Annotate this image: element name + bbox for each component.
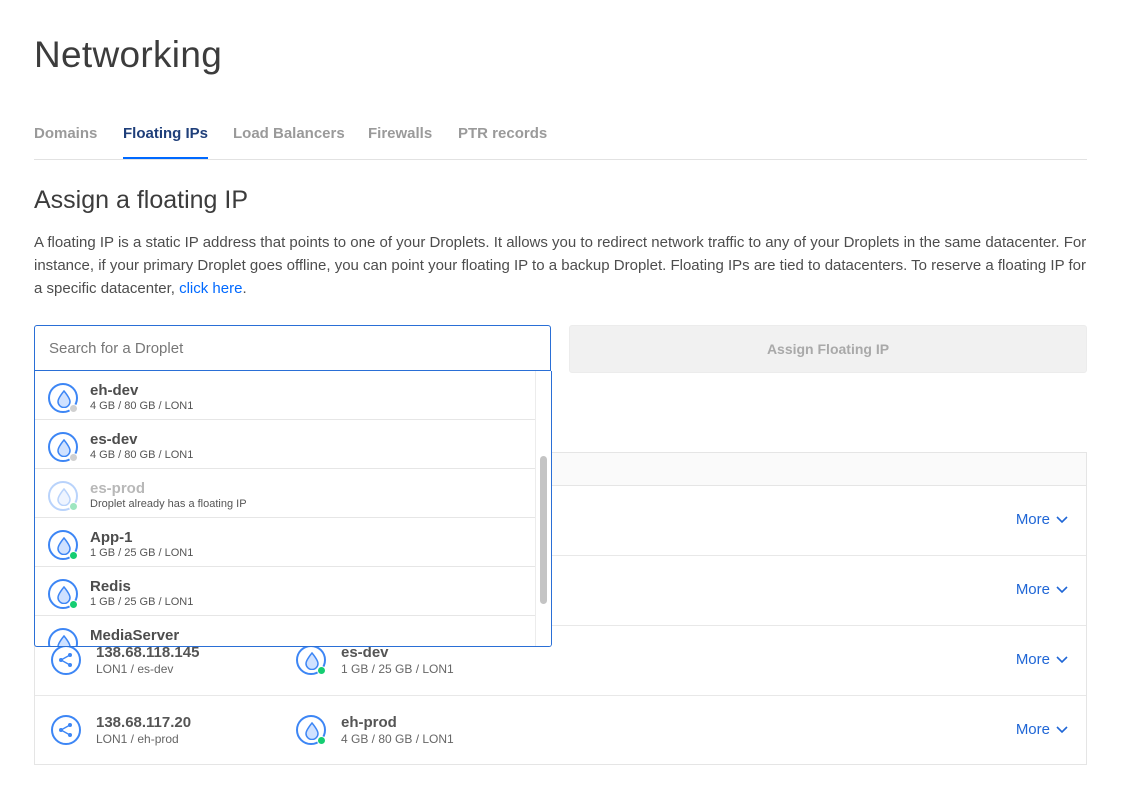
droplet-spec: 4 GB / 80 GB / LON1 [341,732,454,746]
chevron-down-icon [1056,726,1068,734]
dropdown-item-spec: 4 GB / 80 GB / LON1 [90,400,194,412]
dropdown-item-es-prod: es-prod Droplet already has a floating IP [35,469,537,518]
floating-ip-info: 138.68.117.20 LON1 / eh-prod [96,714,191,747]
more-label: More [1015,511,1050,528]
tab-firewalls[interactable]: Firewalls [368,118,432,158]
droplet-spec: 1 GB / 25 GB / LON1 [341,662,454,676]
dropdown-item-es-dev[interactable]: es-dev 4 GB / 80 GB / LON1 [35,420,537,469]
status-dot [317,666,326,675]
table-row: 138.68.117.20 LON1 / eh-prod eh-prod 4 G… [35,696,1086,765]
dropdown-item-name: MediaServer [90,627,180,644]
dropdown-item-mediaserver[interactable]: MediaServer [35,616,537,646]
droplet-dropdown: eh-dev 4 GB / 80 GB / LON1 es-dev 4 GB / 8… [34,371,552,647]
page-title: Networking [34,34,223,75]
floating-ip-icon [51,715,81,745]
assign-floating-ip-button[interactable]: Assign Floating IP [569,325,1087,373]
more-button[interactable]: More [1016,721,1068,738]
status-dot [317,736,326,745]
dropdown-item-name: eh-dev [90,382,139,399]
click-here-link[interactable]: click here [179,280,242,297]
dropdown-item-spec: 4 GB / 80 GB / LON1 [90,449,194,461]
status-dot [69,404,78,413]
floating-ip-location: LON1 / es-dev [96,662,174,676]
droplet-info: es-dev 1 GB / 25 GB / LON1 [341,644,454,677]
droplet-search-input[interactable] [35,326,529,370]
droplet-avatar [296,645,328,677]
dropdown-item-name: Redis [90,578,131,595]
tab-load-balancers[interactable]: Load Balancers [233,118,345,158]
status-dot [69,600,78,609]
status-dot [69,453,78,462]
dropdown-item-app-1[interactable]: App-1 1 GB / 25 GB / LON1 [35,518,537,567]
floating-ip-location: LON1 / eh-prod [96,732,179,746]
description-period: . [242,280,247,297]
dropdown-item-eh-dev[interactable]: eh-dev 4 GB / 80 GB / LON1 [35,371,537,420]
more-label: More [1015,581,1050,598]
droplet-name[interactable]: eh-prod [341,714,454,732]
dropdown-item-name: App-1 [90,529,133,546]
dropdown-item-name: es-dev [90,431,138,448]
status-dot [69,551,78,560]
tab-ptr-records[interactable]: PTR records [458,118,547,158]
more-label: More [1015,721,1050,738]
status-dot [69,502,78,511]
dropdown-item-spec: Droplet already has a floating IP [90,498,247,510]
dropdown-item-name: es-prod [90,480,146,497]
more-button[interactable]: More [1016,581,1068,598]
dropdown-item-spec: 1 GB / 25 GB / LON1 [90,596,194,608]
scrollbar-thumb[interactable] [540,456,547,604]
networking-tabs: Domains Floating IPs Load Balancers Fire… [34,118,1087,160]
assign-section-title: Assign a floating IP [34,186,249,214]
chevron-down-icon [1056,516,1068,524]
more-button[interactable]: More [1016,511,1068,528]
floating-ip-address: 138.68.117.20 [96,714,192,731]
more-button[interactable]: More [1016,651,1068,668]
floating-ip-icon [51,645,81,675]
tab-domains[interactable]: Domains [34,118,97,158]
chevron-down-icon [1056,586,1068,594]
droplet-info: eh-prod 4 GB / 80 GB / LON1 [341,714,454,747]
floating-ip-info: 138.68.118.145 LON1 / es-dev [96,644,199,677]
chevron-down-icon [1056,656,1068,664]
droplet-search-box [34,325,551,371]
dropdown-scrollbar[interactable] [535,371,551,646]
dropdown-item-redis[interactable]: Redis 1 GB / 25 GB / LON1 [35,567,537,616]
dropdown-item-spec: 1 GB / 25 GB / LON1 [90,547,194,559]
droplet-avatar [296,715,328,747]
assign-description: A floating IP is a static IP address tha… [34,231,1094,300]
more-label: More [1015,651,1050,668]
tab-floating-ips[interactable]: Floating IPs [123,118,209,159]
droplet-icon [57,635,71,646]
